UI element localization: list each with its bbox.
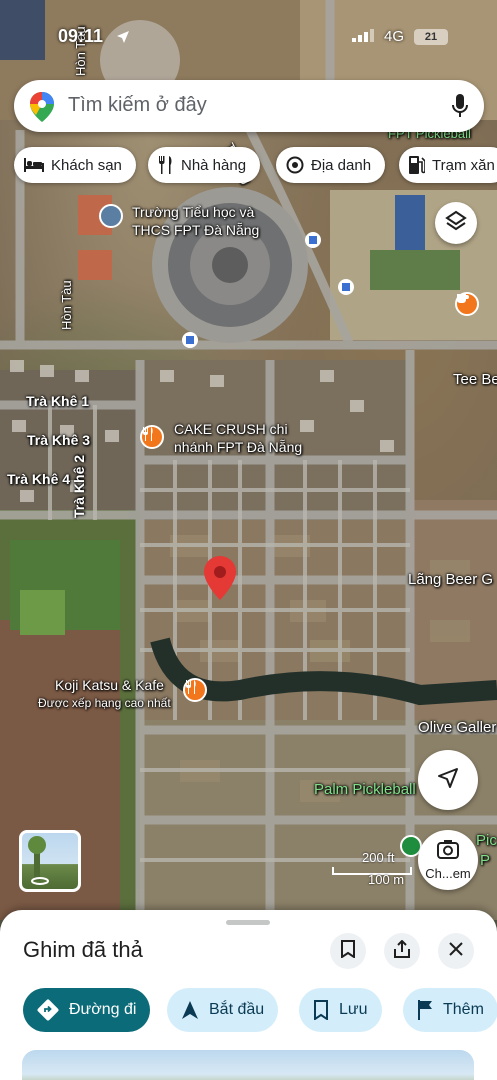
add-label: Thêm [443,1001,484,1018]
map-label-p: P [480,852,491,869]
save-label: Lưu [339,1001,368,1018]
start-label: Bắt đầu [209,1001,265,1018]
camera-search-button[interactable]: Ch...em [418,830,478,890]
map-label-olive[interactable]: Olive Galler [418,719,496,737]
restaurant-poi-icon[interactable] [140,425,164,449]
place-photo-preview[interactable] [22,1050,474,1080]
street-label-hon-tau: Hòn Tàu [59,280,74,330]
camera-icon [437,839,459,864]
directions-button[interactable]: Đường đi [23,988,151,1032]
street-label-tra-khe-1: Trà Khê 1 [26,393,90,409]
chip-hotels[interactable]: Khách sạn [14,147,136,183]
close-icon [449,941,463,961]
chip-label: Địa danh [311,156,372,174]
layers-button[interactable] [435,202,477,244]
chip-restaurants[interactable]: Nhà hàng [148,147,261,183]
chip-label: Khách sạn [51,156,122,174]
my-location-button[interactable] [418,750,478,810]
signal-icon [352,28,374,47]
directions-icon [37,999,59,1021]
flag-icon [417,1000,433,1020]
cafe-poi-icon[interactable] [455,292,479,316]
street-view-thumbnail[interactable] [19,830,81,892]
status-time: 09:11 [58,26,104,46]
bed-icon [24,158,44,172]
start-button[interactable]: Bắt đầu [167,988,279,1032]
map-label-koji[interactable]: Koji Katsu & Kafe [55,676,164,694]
search-bar[interactable]: Tìm kiếm ở đây [14,80,484,132]
fork-knife-icon [158,156,174,174]
scale-ft: 200 ft [362,850,395,865]
share-button[interactable] [384,933,420,969]
street-label-tra-khe-3: Trà Khê 3 [27,432,91,448]
add-button[interactable]: Thêm [403,988,497,1032]
google-maps-logo-icon [30,92,54,127]
landmark-icon [286,156,304,174]
map-label-palm-pickleball[interactable]: Palm Pickleball [314,781,416,799]
map-label-lang-beer[interactable]: Lãng Beer G [408,571,493,589]
street-label-tra-khe-2: Trà Khê 2 [71,454,87,518]
chip-label: Nhà hàng [181,156,247,174]
layers-icon [445,210,467,237]
scale-m: 100 m [368,872,405,887]
save-icon-button[interactable] [330,933,366,969]
bookmark-icon [341,939,355,963]
camera-button-label: Ch...em [425,866,471,881]
directions-label: Đường đi [69,1001,137,1018]
street-label-tra-khe-4: Trà Khê 4 [7,471,71,487]
gas-station-icon [409,156,425,174]
sheet-title: Ghim đã thả [23,937,143,962]
place-bottom-sheet[interactable]: Ghim đã thả Đường đi Bắt đầu Lưu Thêm [0,910,497,1080]
drag-handle[interactable] [226,920,270,925]
close-button[interactable] [438,933,474,969]
navigation-arrow-icon [437,767,459,794]
microphone-icon[interactable] [452,94,468,123]
network-type: 4G [384,28,405,45]
restaurant-poi-icon[interactable] [183,678,207,702]
map-label-tee[interactable]: Tee Be [453,371,497,389]
location-arrow-icon [116,30,130,49]
save-button[interactable]: Lưu [299,988,382,1032]
share-icon [394,939,410,963]
battery-icon: 21 [414,29,448,45]
search-input[interactable]: Tìm kiếm ở đây [68,94,207,117]
map-label-pic[interactable]: Pic [476,832,497,850]
chip-landmarks[interactable]: Địa danh [276,147,386,183]
map-label-koji-rating: Được xếp hạng cao nhất [38,696,171,710]
bookmark-icon [313,1000,329,1020]
map-label-cake-crush[interactable]: CAKE CRUSH chi nhánh FPT Đà Nẵng [174,420,302,456]
navigation-arrow-icon [181,1000,199,1020]
status-bar: 09:11 4G 21 [0,22,497,52]
map-label-school[interactable]: Trường Tiểu học và THCS FPT Đà Nẵng [132,203,259,239]
chip-label: Trạm xăn [432,156,495,174]
chip-gas-stations[interactable]: Trạm xăn [399,147,497,183]
